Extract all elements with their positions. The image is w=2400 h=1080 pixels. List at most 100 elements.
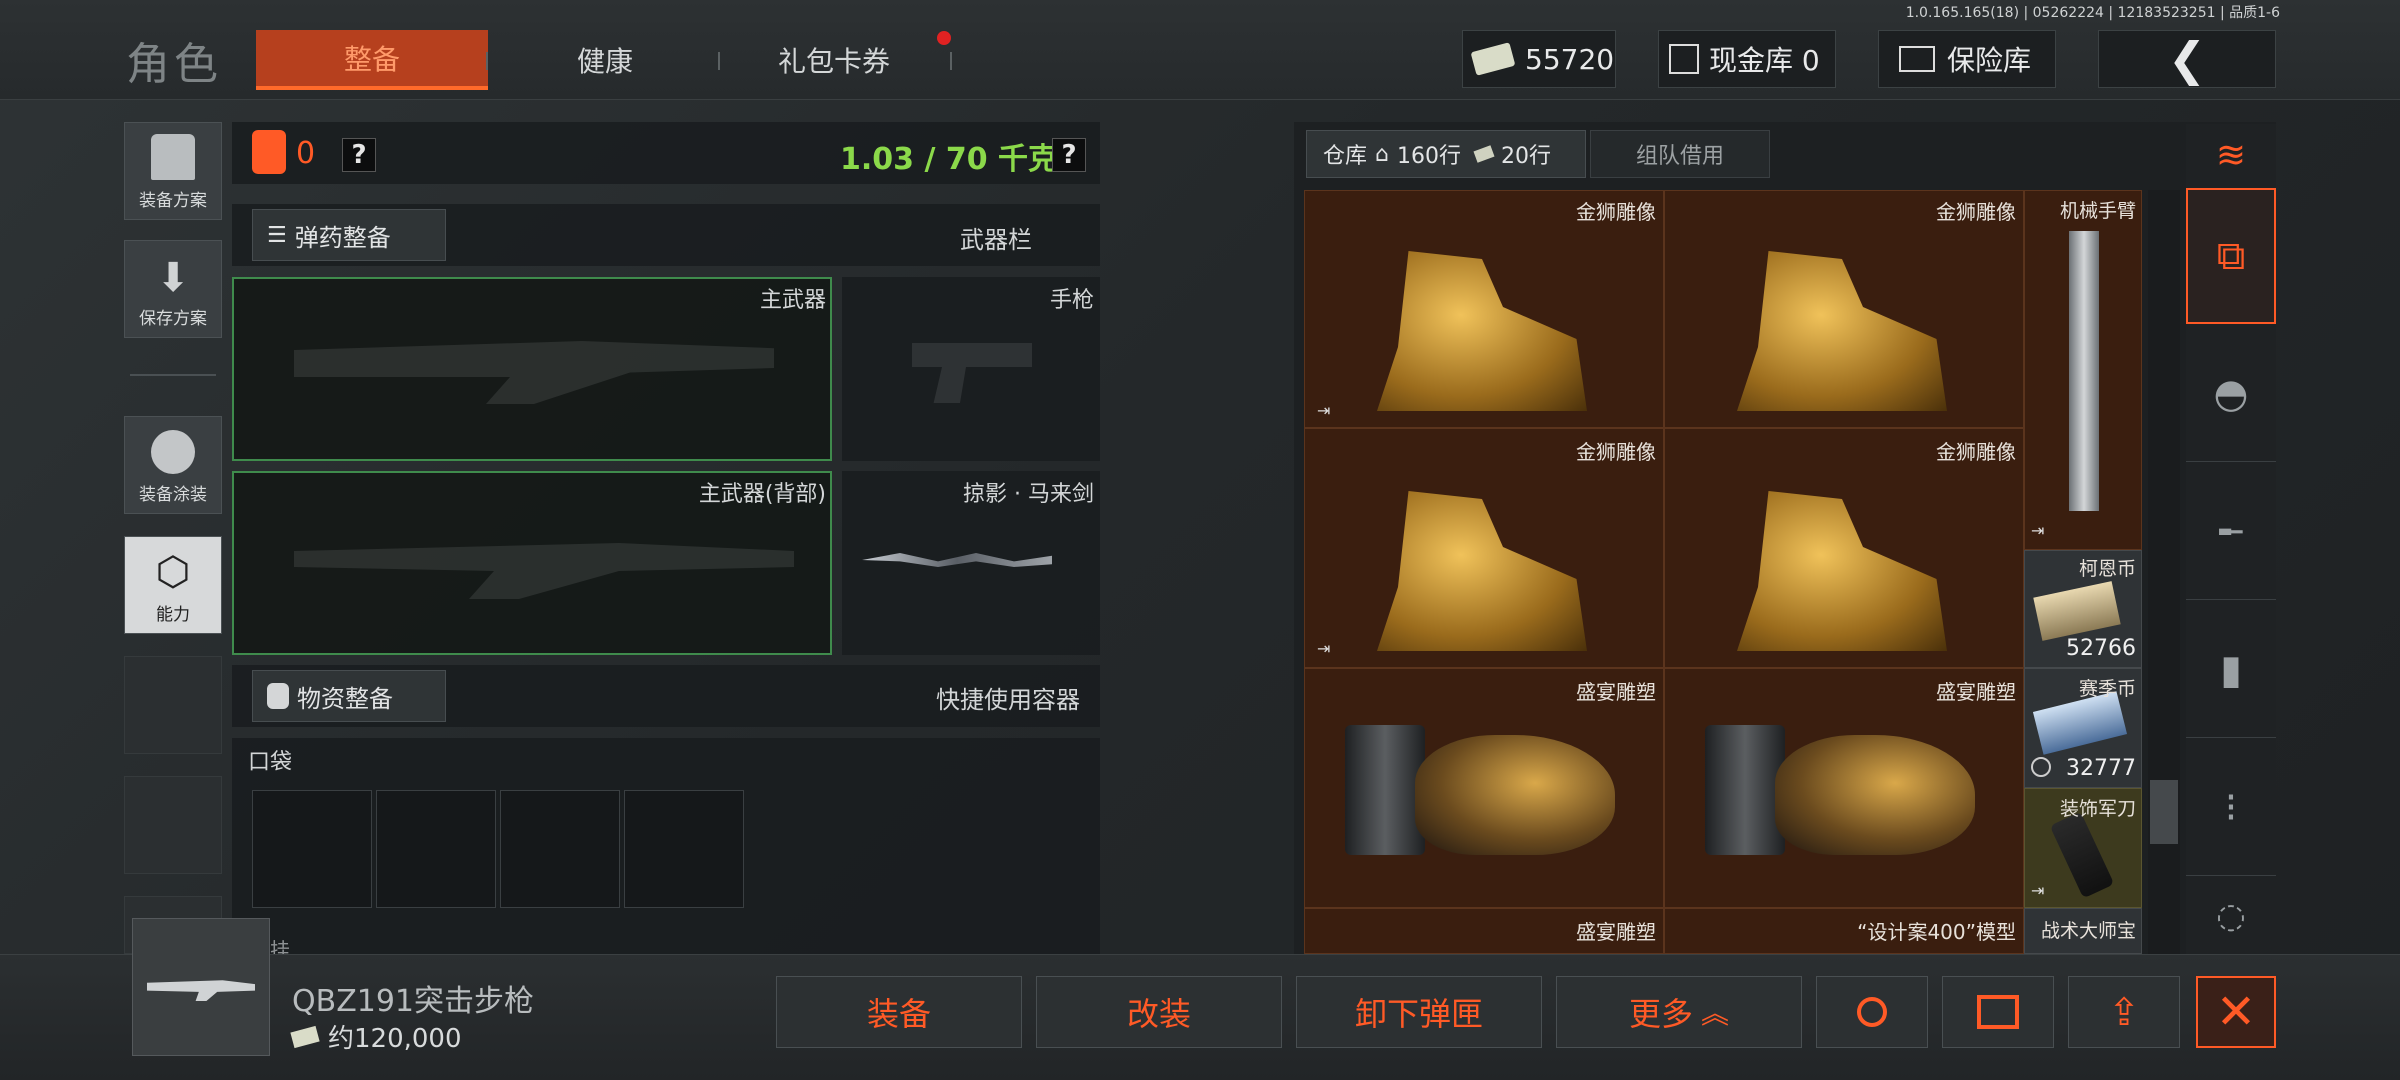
container-button[interactable] bbox=[1942, 976, 2054, 1048]
chevron-up-icon: ︽ bbox=[1701, 997, 1730, 1030]
supply-button[interactable]: 物资整备 bbox=[252, 670, 446, 722]
ammo-label: 弹药整备 bbox=[294, 223, 391, 252]
category-rifle-icon[interactable]: ╾ bbox=[2186, 464, 2276, 600]
exit-marker-icon: ⇥ bbox=[1317, 639, 1331, 658]
lion-statue-icon bbox=[1377, 491, 1587, 651]
category-misc-icon[interactable]: ◌ bbox=[2186, 878, 2276, 954]
ammo-button[interactable]: ☰ 弹药整备 bbox=[252, 209, 446, 261]
lion-statue-icon bbox=[1737, 251, 1947, 411]
pocket-slot[interactable] bbox=[252, 790, 372, 908]
selected-item-thumbnail[interactable] bbox=[132, 918, 270, 1056]
exit-marker-icon: ⇥ bbox=[2031, 521, 2045, 540]
item-name: 机械手臂 bbox=[2059, 200, 2136, 222]
lightning-hex-icon: ⬡ bbox=[155, 549, 191, 595]
sculpture-figure-icon bbox=[1415, 735, 1615, 855]
pocket-slot[interactable] bbox=[376, 790, 496, 908]
pistol-slot-label: 手枪 bbox=[1049, 288, 1094, 313]
sculpture-base-icon bbox=[1345, 725, 1425, 855]
search-button[interactable] bbox=[1816, 976, 1928, 1048]
loadout-plan-button[interactable]: 装备方案 bbox=[124, 122, 222, 220]
pocket-slot[interactable] bbox=[500, 790, 620, 908]
search-icon bbox=[1857, 997, 1887, 1027]
share-button[interactable]: ⇪ bbox=[2068, 976, 2180, 1048]
equip-button[interactable]: 装备 bbox=[776, 976, 1022, 1048]
cash-icon bbox=[290, 1025, 320, 1048]
item-name: 战术大师宝 bbox=[2040, 920, 2136, 942]
cash-vault-label: 现金库 0 bbox=[1709, 44, 1820, 77]
pocket-slot[interactable] bbox=[624, 790, 744, 908]
side-divider bbox=[130, 374, 216, 376]
item-name: 赛季币 bbox=[2078, 678, 2136, 700]
tab-divider bbox=[718, 52, 720, 70]
ability-button[interactable]: ⬡ 能力 bbox=[124, 536, 222, 634]
help-icon[interactable]: ? bbox=[342, 138, 376, 172]
cash-vault-button[interactable]: 现金库 0 bbox=[1658, 30, 1836, 88]
ticket-icon bbox=[1473, 145, 1495, 163]
supply-label: 物资整备 bbox=[297, 684, 393, 713]
category-helmet-icon[interactable]: ◓ bbox=[2186, 326, 2276, 462]
back-button[interactable]: ❮ bbox=[2098, 30, 2276, 88]
item-name: 盛宴雕塑 bbox=[1576, 920, 1656, 944]
more-button[interactable]: 更多 ︽ bbox=[1556, 976, 1802, 1048]
pocket-label: 口袋 bbox=[248, 750, 293, 775]
item-gold-lion-statue[interactable] bbox=[1664, 190, 2024, 428]
item-count: 32777 bbox=[2066, 756, 2136, 781]
safe-label: 保险库 bbox=[1947, 44, 2032, 77]
armor-icon bbox=[252, 130, 286, 174]
currency-amount: 55720 bbox=[1525, 42, 1615, 76]
primary-back-slot-label: 主武器(背部) bbox=[698, 482, 826, 507]
selected-item-name: QBZ191突击步枪 bbox=[292, 984, 535, 1019]
back-arrow-icon: ❮ bbox=[2167, 32, 2207, 86]
team-borrow-tab[interactable]: 组队借用 bbox=[1590, 130, 1770, 178]
lion-statue-icon bbox=[1377, 251, 1587, 411]
primary-slot-label: 主武器 bbox=[759, 288, 826, 313]
tab-loadout[interactable]: 整备 bbox=[256, 30, 488, 90]
assault-rifle-icon bbox=[147, 980, 255, 1001]
version-info: 1.0.165.165(18) | 05262224 | 12183523251… bbox=[1905, 5, 2280, 21]
armor-count: 0 bbox=[296, 136, 316, 171]
item-gold-lion-statue[interactable]: ⇥ bbox=[1304, 190, 1664, 428]
empty-slot bbox=[124, 656, 222, 754]
page-title: 角色 bbox=[126, 39, 222, 90]
close-button[interactable]: ✕ bbox=[2196, 976, 2276, 1048]
unload-magazine-button[interactable]: 卸下弹匣 bbox=[1296, 976, 1542, 1048]
item-mechanical-arm[interactable]: ⇥ bbox=[2024, 190, 2142, 550]
rifle-silhouette-icon bbox=[294, 341, 774, 404]
pistol-silhouette-icon bbox=[912, 343, 1032, 403]
tab-health[interactable]: 健康 bbox=[500, 30, 710, 90]
equipment-skin-button[interactable]: 装备涂装 bbox=[124, 416, 222, 514]
save-plan-label: 保存方案 bbox=[139, 309, 207, 329]
category-magazine-icon[interactable]: ▮ bbox=[2186, 602, 2276, 738]
sort-refresh-icon[interactable]: ≋ bbox=[2186, 124, 2276, 186]
more-label: 更多 bbox=[1628, 995, 1693, 1033]
cash-icon bbox=[1470, 42, 1516, 76]
item-name: 柯恩币 bbox=[2078, 558, 2136, 580]
weight-help-icon[interactable]: ? bbox=[1052, 138, 1086, 172]
helmet-icon bbox=[151, 430, 195, 474]
box-icon bbox=[1977, 995, 2019, 1029]
tab-gift-cards[interactable]: 礼包卡券 bbox=[734, 30, 934, 90]
other-rows: 20行 bbox=[1500, 144, 1551, 169]
tab-divider bbox=[950, 52, 952, 70]
weight-display: 1.03 / 70 千克 bbox=[840, 142, 1059, 177]
warehouse-tab[interactable]: 仓库 ⌂ 160行 20行 bbox=[1306, 130, 1586, 178]
category-ammo-icon[interactable]: ⁝ bbox=[2186, 740, 2276, 876]
saber-icon bbox=[2049, 811, 2115, 899]
ability-label: 能力 bbox=[156, 605, 190, 625]
item-name: 金狮雕像 bbox=[1936, 440, 2016, 464]
selected-item-price-row: 约120,000 bbox=[290, 1018, 462, 1055]
mechanical-arm-icon bbox=[2069, 231, 2099, 511]
close-icon: ✕ bbox=[2215, 984, 2257, 1040]
item-name: 盛宴雕塑 bbox=[1936, 680, 2016, 704]
safe-button[interactable]: 保险库 bbox=[1878, 30, 2056, 88]
category-all-icon[interactable]: ⧉ bbox=[2186, 188, 2276, 324]
vest-icon bbox=[151, 134, 195, 180]
upload-icon: ⇪ bbox=[2108, 990, 2140, 1034]
modify-button[interactable]: 改装 bbox=[1036, 976, 1282, 1048]
item-name: 装饰军刀 bbox=[2059, 798, 2136, 820]
bag-icon bbox=[267, 683, 289, 709]
home-rows: 160行 bbox=[1396, 144, 1461, 169]
save-plan-button[interactable]: ⬇ 保存方案 bbox=[124, 240, 222, 338]
loadout-plan-label: 装备方案 bbox=[139, 191, 207, 211]
warehouse-scrollbar-thumb[interactable] bbox=[2150, 780, 2178, 844]
